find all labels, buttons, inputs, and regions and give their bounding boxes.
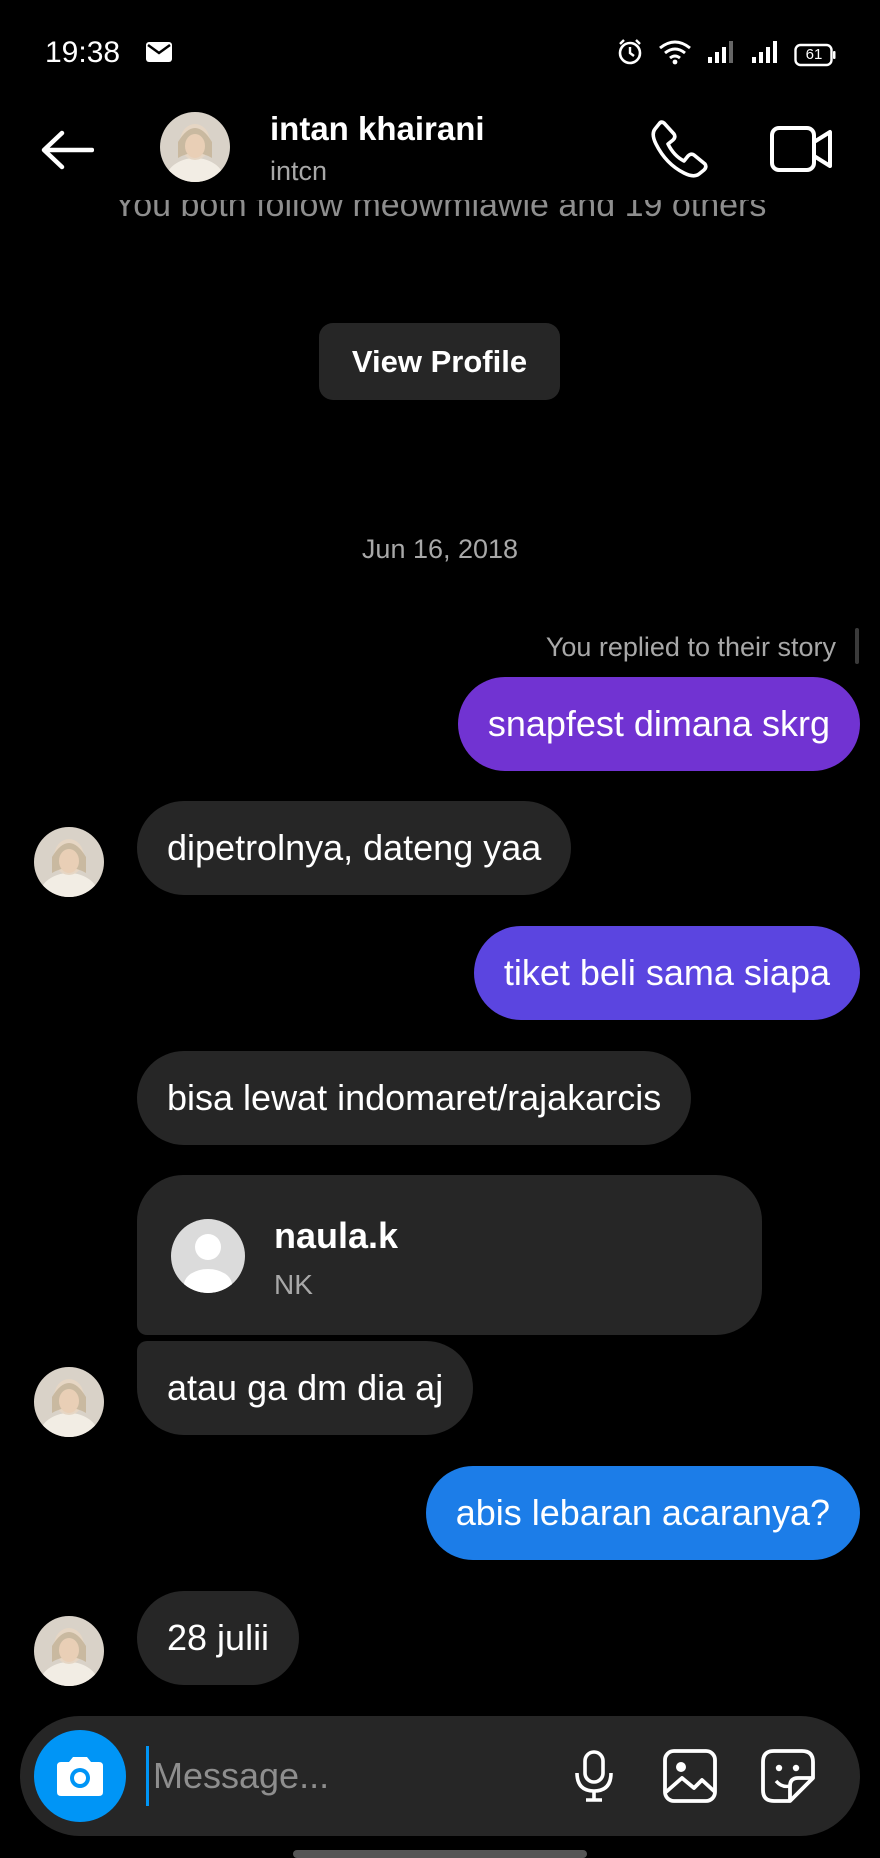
microphone-icon	[575, 1750, 613, 1802]
outgoing-message[interactable]: abis lebaran acaranya?	[425, 1466, 860, 1560]
outgoing-message[interactable]: tiket beli sama siapa	[473, 926, 860, 1020]
avatar[interactable]	[34, 1616, 104, 1686]
status-bar: 19:38 61	[0, 0, 880, 100]
camera-button[interactable]	[34, 1730, 126, 1822]
home-indicator[interactable]	[293, 1850, 587, 1858]
camera-icon	[57, 1757, 103, 1796]
avatar[interactable]	[34, 827, 104, 897]
contact-name[interactable]: intan khairani	[270, 110, 485, 148]
shared-profile-subtitle: NK	[274, 1269, 313, 1300]
signal-icon	[706, 39, 736, 70]
message-input[interactable]	[146, 1746, 546, 1806]
video-camera-icon	[770, 126, 832, 172]
mail-icon	[146, 42, 172, 67]
sticker-button[interactable]	[756, 1744, 820, 1808]
battery-icon: 61	[794, 43, 836, 67]
message-composer	[20, 1716, 860, 1836]
incoming-message[interactable]: 28 julii	[137, 1591, 300, 1685]
wifi-icon	[658, 39, 692, 70]
signal-icon	[750, 39, 780, 70]
incoming-message[interactable]: atau ga dm dia aj	[137, 1341, 474, 1435]
battery-level: 61	[805, 45, 823, 63]
story-reply-indicator	[855, 628, 859, 664]
avatar[interactable]	[34, 1367, 104, 1437]
sticker-icon	[761, 1749, 815, 1803]
back-arrow-icon	[41, 130, 94, 170]
date-separator: Jun 16, 2018	[361, 534, 519, 564]
status-time: 19:38	[45, 36, 121, 69]
alarm-icon	[616, 38, 644, 71]
outgoing-message[interactable]: snapfest dimana skrg	[457, 677, 860, 771]
status-icons: 61	[616, 38, 836, 71]
view-profile-button[interactable]: View Profile	[319, 323, 560, 400]
gallery-icon	[663, 1749, 717, 1803]
gallery-button[interactable]	[658, 1744, 722, 1808]
shared-profile-name: naula.k	[274, 1215, 399, 1256]
incoming-message[interactable]: bisa lewat indomaret/rajakarcis	[137, 1051, 692, 1145]
story-reply-note: You replied to their story	[545, 632, 836, 662]
microphone-button[interactable]	[562, 1744, 626, 1808]
incoming-message[interactable]: dipetrolnya, dateng yaa	[137, 801, 572, 895]
chat-header: intan khairani intcn	[0, 100, 880, 200]
back-button[interactable]	[34, 120, 100, 180]
voice-call-button[interactable]	[648, 118, 710, 180]
contact-username: intcn	[270, 156, 328, 186]
shared-profile-card[interactable]: naula.k NK	[137, 1175, 762, 1335]
video-call-button[interactable]	[768, 120, 834, 178]
avatar[interactable]	[160, 112, 230, 182]
default-avatar-icon	[171, 1219, 245, 1293]
phone-icon	[651, 120, 708, 178]
